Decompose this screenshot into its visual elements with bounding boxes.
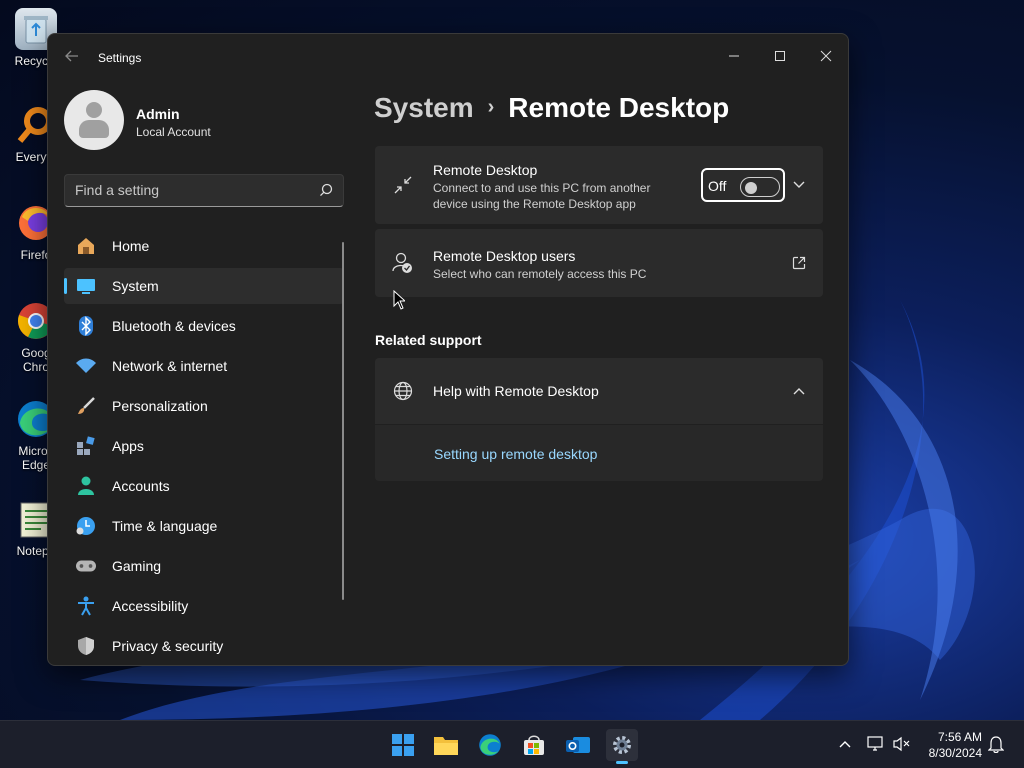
mouse-cursor-icon — [393, 289, 407, 315]
settings-gear-icon[interactable] — [606, 729, 638, 764]
remote-desktop-card[interactable]: Remote Desktop Connect to and use this P… — [375, 146, 823, 224]
toggle-state-label: Off — [708, 178, 727, 194]
taskbar: 7:56 AM 8/30/2024 — [0, 720, 1024, 768]
accounts-icon — [76, 476, 96, 496]
windows-start-icon[interactable] — [387, 729, 419, 761]
page-title: Remote Desktop — [508, 92, 730, 123]
settings-window: Settings Admin Local Account Home — [47, 33, 849, 666]
sidebar-nav: Home System Bluetooth & devices Network … — [64, 228, 344, 665]
sidebar-item-label: System — [112, 278, 159, 294]
title-bar: Settings — [48, 34, 848, 82]
clock-date: 8/30/2024 — [928, 746, 982, 760]
remote-desktop-description: Connect to and use this PC from another … — [433, 181, 651, 211]
system-icon — [76, 276, 96, 296]
toggle-switch[interactable] — [740, 177, 780, 197]
remote-desktop-icon — [391, 173, 415, 197]
profile-name: Admin — [136, 106, 180, 122]
edge-taskbar-icon[interactable] — [474, 729, 506, 761]
profile-account-type: Local Account — [136, 125, 211, 139]
sidebar-item-home[interactable]: Home — [64, 228, 344, 264]
home-icon — [76, 236, 96, 256]
help-remote-desktop-expander[interactable]: Help with Remote Desktop — [375, 358, 823, 424]
chevron-up-tray-icon[interactable] — [836, 735, 854, 753]
maximize-button[interactable] — [757, 40, 803, 72]
sidebar-item-system[interactable]: System — [64, 268, 344, 304]
window-title: Settings — [98, 51, 142, 65]
time-language-icon — [76, 516, 96, 536]
sidebar-item-privacy-security[interactable]: Privacy & security — [64, 628, 344, 664]
bluetooth-icon — [76, 316, 96, 336]
remote-desktop-users-title: Remote Desktop users — [433, 248, 576, 264]
outlook-icon[interactable] — [562, 729, 594, 761]
sidebar-item-label: Home — [112, 238, 150, 254]
sidebar-item-label: Time & language — [112, 518, 218, 534]
sidebar-item-personalization[interactable]: Personalization — [64, 388, 344, 424]
breadcrumb-parent[interactable]: System — [374, 92, 474, 123]
remote-desktop-users-card[interactable]: Remote Desktop users Select who can remo… — [375, 229, 823, 297]
sidebar-scrollbar[interactable] — [342, 242, 344, 600]
sidebar-item-bluetooth[interactable]: Bluetooth & devices — [64, 308, 344, 344]
clock-time: 7:56 AM — [937, 730, 982, 744]
taskbar-clock[interactable]: 7:56 AM 8/30/2024 — [912, 729, 982, 761]
sidebar-item-label: Accessibility — [112, 598, 189, 614]
search-box[interactable] — [64, 174, 344, 207]
sidebar-item-label: Apps — [112, 438, 144, 454]
shield-icon — [76, 636, 96, 656]
sidebar-item-network[interactable]: Network & internet — [64, 348, 344, 384]
search-input[interactable] — [75, 182, 305, 198]
sidebar-item-accounts[interactable]: Accounts — [64, 468, 344, 504]
wifi-icon — [76, 356, 96, 376]
minimize-button[interactable] — [711, 40, 757, 72]
network-monitor-icon[interactable] — [867, 735, 885, 753]
file-explorer-icon[interactable] — [430, 729, 462, 761]
avatar — [64, 90, 124, 150]
sidebar-item-label: Gaming — [112, 558, 162, 574]
chevron-down-icon[interactable] — [791, 177, 807, 193]
accessibility-icon — [76, 596, 96, 616]
microsoft-store-icon[interactable] — [518, 729, 550, 761]
sidebar-item-apps[interactable]: Apps — [64, 428, 344, 464]
users-check-icon — [391, 251, 415, 275]
globe-icon — [391, 379, 415, 403]
remote-desktop-toggle[interactable]: Off — [701, 168, 785, 202]
sidebar-item-label: Bluetooth & devices — [112, 318, 236, 334]
breadcrumb-separator: › — [487, 96, 495, 118]
remote-desktop-title: Remote Desktop — [433, 162, 538, 178]
search-icon[interactable] — [319, 183, 333, 197]
related-support-heading: Related support — [375, 332, 482, 348]
breadcrumb: System › Remote Desktop — [374, 92, 729, 124]
sidebar-item-label: Accounts — [112, 478, 170, 494]
back-arrow-icon[interactable] — [64, 48, 84, 68]
apps-icon — [76, 436, 96, 456]
sidebar-item-accessibility[interactable]: Accessibility — [64, 588, 344, 624]
open-external-icon[interactable] — [791, 255, 807, 271]
sidebar-item-label: Network & internet — [112, 358, 228, 374]
sidebar-item-time-language[interactable]: Time & language — [64, 508, 344, 544]
sidebar-item-gaming[interactable]: Gaming — [64, 548, 344, 584]
setting-up-remote-desktop-link[interactable]: Setting up remote desktop — [434, 446, 597, 462]
brush-icon — [76, 396, 96, 416]
chevron-up-icon[interactable] — [791, 383, 807, 399]
close-button[interactable] — [803, 40, 848, 72]
notification-bell-icon[interactable] — [987, 735, 1005, 753]
volume-muted-icon[interactable] — [893, 735, 911, 753]
user-profile[interactable]: Admin Local Account — [64, 90, 344, 152]
help-remote-desktop-title: Help with Remote Desktop — [433, 383, 599, 399]
sidebar-item-label: Personalization — [112, 398, 208, 414]
remote-desktop-users-description: Select who can remotely access this PC — [433, 267, 647, 281]
gaming-icon — [76, 556, 96, 576]
sidebar-item-label: Privacy & security — [112, 638, 224, 654]
